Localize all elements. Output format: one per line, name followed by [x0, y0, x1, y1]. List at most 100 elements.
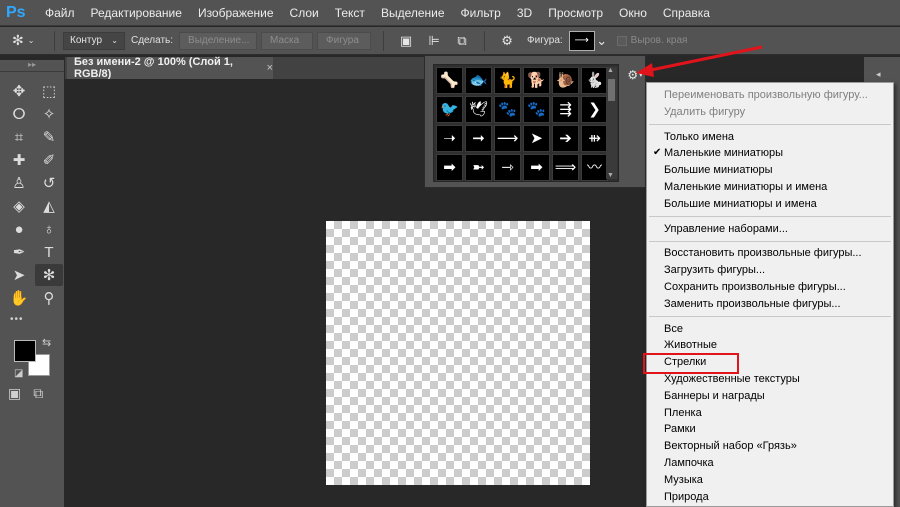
shape-thumbnail[interactable]: 🐾: [523, 96, 550, 123]
scroll-up-icon[interactable]: ▲: [607, 67, 614, 74]
shape-thumbnail[interactable]: ➤: [523, 125, 550, 152]
expand-panels-icon[interactable]: ◂: [876, 69, 900, 80]
menu-item[interactable]: Файл: [37, 0, 83, 26]
shape-thumbnail[interactable]: ➡: [523, 154, 550, 181]
menu-option[interactable]: Большие миниатюры и имена: [647, 196, 893, 213]
document-tab[interactable]: Без имени-2 @ 100% (Слой 1, RGB/8) ×: [67, 56, 273, 80]
shape-thumbnail[interactable]: ➼: [465, 154, 492, 181]
tool-preset-picker[interactable]: ✻ ⌄: [12, 30, 46, 52]
shape-list-scrollbar[interactable]: ▲ ▼: [606, 67, 617, 179]
menu-option[interactable]: ✔ Маленькие миниатюры: [647, 145, 893, 162]
path-selection-tool-icon[interactable]: ➤: [5, 264, 33, 286]
magic-wand-tool-icon[interactable]: ✧: [35, 103, 63, 125]
make-mask-button[interactable]: Маска: [261, 31, 314, 50]
shape-thumbnail[interactable]: ⇾: [494, 154, 521, 181]
quick-mask-icon[interactable]: ▣: [8, 385, 21, 402]
move-tool-icon[interactable]: ✥: [5, 80, 33, 102]
scroll-thumb[interactable]: [608, 79, 615, 101]
default-colors-icon[interactable]: ◪: [14, 368, 23, 379]
shape-thumbnail[interactable]: ❯: [581, 96, 608, 123]
shape-thumbnail[interactable]: ➡: [436, 154, 463, 181]
brush-tool-icon[interactable]: ✐: [35, 149, 63, 171]
shape-thumbnail[interactable]: 🐾: [494, 96, 521, 123]
menu-option[interactable]: Сохранить произвольные фигуры...: [647, 279, 893, 296]
shape-thumbnail[interactable]: 🐇: [581, 67, 608, 94]
menu-item[interactable]: Окно: [611, 0, 655, 26]
clone-stamp-tool-icon[interactable]: ♙: [5, 172, 33, 194]
swap-colors-icon[interactable]: ⇆: [42, 336, 51, 349]
paint-bucket-tool-icon[interactable]: ◭: [35, 195, 63, 217]
menu-option[interactable]: Природа: [647, 489, 893, 506]
align-edges-checkbox[interactable]: [616, 35, 627, 46]
menu-option[interactable]: Баннеры и награды: [647, 388, 893, 405]
menu-option[interactable]: Векторный набор «Грязь»: [647, 438, 893, 455]
menu-item[interactable]: 3D: [509, 0, 540, 26]
eyedropper-tool-icon[interactable]: ✎: [35, 126, 63, 148]
marquee-tool-icon[interactable]: ⬚: [35, 80, 63, 102]
shape-thumbnail[interactable]: 🐌: [552, 67, 579, 94]
chevron-down-icon[interactable]: ⌄: [596, 31, 607, 51]
menu-option[interactable]: Только имена: [647, 129, 893, 146]
shape-thumbnail[interactable]: ➝: [436, 125, 463, 152]
shape-thumbnail[interactable]: 〰: [581, 154, 608, 181]
dodge-tool-icon[interactable]: ♁: [35, 218, 63, 240]
shape-thumbnail[interactable]: 🕊: [465, 96, 492, 123]
history-brush-tool-icon[interactable]: ↺: [35, 172, 63, 194]
menu-item[interactable]: Просмотр: [540, 0, 611, 26]
scroll-down-icon[interactable]: ▼: [607, 172, 614, 179]
menu-option[interactable]: Большие миниатюры: [647, 162, 893, 179]
make-shape-button[interactable]: Фигура: [317, 31, 372, 50]
panel-grip[interactable]: ▸▸: [0, 60, 64, 72]
menu-option[interactable]: Животные: [647, 337, 893, 354]
shape-picker-swatch[interactable]: ⟶: [568, 30, 595, 51]
shape-thumbnail[interactable]: 🐕: [523, 67, 550, 94]
shape-thumbnail[interactable]: ➔: [552, 125, 579, 152]
menu-item[interactable]: Выделение: [373, 0, 453, 26]
close-icon[interactable]: ×: [267, 62, 273, 74]
shape-thumbnail[interactable]: ➞: [465, 125, 492, 152]
menu-option[interactable]: Художественные текстуры: [647, 371, 893, 388]
menu-option[interactable]: Все: [647, 321, 893, 338]
menu-option[interactable]: Лампочка: [647, 455, 893, 472]
tool-mode-select[interactable]: Контур ⌄: [63, 31, 125, 50]
menu-option[interactable]: Управление наборами...: [647, 221, 893, 238]
shape-thumbnail[interactable]: ⇻: [581, 125, 608, 152]
menu-option[interactable]: Маленькие миниатюры и имена: [647, 179, 893, 196]
menu-item[interactable]: Изображение: [190, 0, 282, 26]
shape-thumbnail[interactable]: 🦴: [436, 67, 463, 94]
eraser-tool-icon[interactable]: ◈: [5, 195, 33, 217]
menu-item[interactable]: Справка: [655, 0, 718, 26]
menu-option[interactable]: Рамки: [647, 421, 893, 438]
shape-thumbnail[interactable]: ⇶: [552, 96, 579, 123]
foreground-color-swatch[interactable]: [14, 340, 36, 362]
menu-option[interactable]: Восстановить произвольные фигуры...: [647, 245, 893, 262]
pen-tool-icon[interactable]: ✒: [5, 241, 33, 263]
crop-tool-icon[interactable]: ⌗: [5, 126, 33, 148]
menu-option[interactable]: Заменить произвольные фигуры...: [647, 296, 893, 313]
shape-thumbnail[interactable]: 🐈: [494, 67, 521, 94]
menu-option[interactable]: Музыка: [647, 472, 893, 489]
healing-brush-tool-icon[interactable]: ✚: [5, 149, 33, 171]
menu-item[interactable]: Слои: [282, 0, 327, 26]
path-alignment-icon[interactable]: ⊫: [424, 31, 444, 51]
screen-mode-icon[interactable]: ⧉: [33, 385, 43, 402]
type-tool-icon[interactable]: T: [35, 241, 63, 263]
path-arrangement-icon[interactable]: ⧉: [452, 31, 472, 51]
menu-item[interactable]: Текст: [327, 0, 373, 26]
shape-thumbnail[interactable]: ⟶: [494, 125, 521, 152]
menu-option[interactable]: Пленка: [647, 405, 893, 422]
menu-option[interactable]: Стрелки: [643, 353, 893, 375]
menu-option[interactable]: Загрузить фигуры...: [647, 262, 893, 279]
more-tools-button[interactable]: •••: [10, 314, 24, 325]
document-canvas[interactable]: [326, 221, 590, 485]
shape-thumbnail[interactable]: ⟹: [552, 154, 579, 181]
zoom-tool-icon[interactable]: ⚲: [35, 287, 63, 309]
menu-item[interactable]: Редактирование: [83, 0, 190, 26]
make-selection-button[interactable]: Выделение...: [179, 31, 258, 50]
picker-settings-gear-icon[interactable]: ⚙ ▾: [625, 66, 645, 84]
menu-item[interactable]: Фильтр: [453, 0, 509, 26]
blur-tool-icon[interactable]: ●: [5, 218, 33, 240]
path-operations-icon[interactable]: ▣: [396, 31, 416, 51]
shape-thumbnail[interactable]: 🐟: [465, 67, 492, 94]
lasso-tool-icon[interactable]: ⵔ: [5, 103, 33, 125]
